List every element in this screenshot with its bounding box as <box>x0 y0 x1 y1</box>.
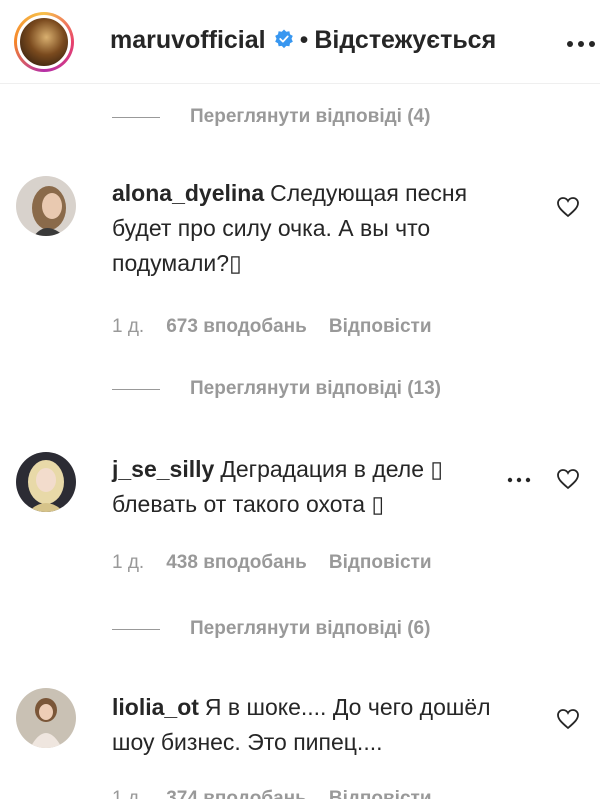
verified-badge-icon <box>274 29 293 49</box>
comment-text: j_se_silly Деградация в деле ▯ блевать от… <box>112 452 492 522</box>
comment-text: alona_dyelina Следующая песня будет про с… <box>112 176 492 281</box>
more-horizontal-icon[interactable] <box>566 30 596 50</box>
comment-meta: 1 д. 673 вподобань Відповісти <box>112 316 432 338</box>
commenter-avatar[interactable] <box>16 176 76 236</box>
comment-username[interactable]: alona_dyelina <box>112 180 264 206</box>
comment-meta: 1 д. 374 вподобань Відповісти <box>112 788 432 799</box>
comment-time[interactable]: 1 д. <box>112 788 144 799</box>
comment-time[interactable]: 1 д. <box>112 316 144 338</box>
view-replies-label[interactable]: Переглянути відповіді (4) <box>190 106 430 128</box>
comment-likes[interactable]: 374 вподобань <box>166 788 307 799</box>
replies-divider <box>112 628 160 630</box>
header-line: maruvofficial • Відстежується <box>110 24 496 56</box>
like-heart-icon[interactable] <box>556 708 580 730</box>
post-header: maruvofficial • Відстежується <box>0 0 600 84</box>
comment-username[interactable]: liolia_ot <box>112 694 199 720</box>
follow-status-button[interactable]: Відстежується <box>314 26 496 54</box>
view-replies-row[interactable]: Переглянути відповіді (4) <box>112 102 430 132</box>
reply-button[interactable]: Відповісти <box>329 552 432 574</box>
replies-divider <box>112 116 160 118</box>
commenter-avatar[interactable] <box>16 452 76 512</box>
view-replies-label[interactable]: Переглянути відповіді (13) <box>190 378 441 400</box>
comment-time[interactable]: 1 д. <box>112 552 144 574</box>
comment-likes[interactable]: 438 вподобань <box>166 552 307 574</box>
like-heart-icon[interactable] <box>556 196 580 218</box>
view-replies-row[interactable]: Переглянути відповіді (6) <box>112 614 430 644</box>
profile-avatar-story-ring[interactable] <box>14 12 74 72</box>
like-heart-icon[interactable] <box>556 468 580 490</box>
comment-likes[interactable]: 673 вподобань <box>166 316 307 338</box>
comment-text: liolia_ot Я в шоке.... До чего дошёл шоу … <box>112 690 492 760</box>
reply-button[interactable]: Відповісти <box>329 316 432 338</box>
reply-button[interactable]: Відповісти <box>329 788 432 799</box>
comment-username[interactable]: j_se_silly <box>112 456 214 482</box>
header-separator: • <box>299 26 309 54</box>
view-replies-row[interactable]: Переглянути відповіді (13) <box>112 374 441 404</box>
comment-meta: 1 д. 438 вподобань Відповісти <box>112 552 432 574</box>
commenter-avatar[interactable] <box>16 688 76 748</box>
header-username[interactable]: maruvofficial <box>110 26 266 54</box>
profile-avatar[interactable] <box>17 15 71 69</box>
comment-options-icon[interactable] <box>507 468 531 489</box>
view-replies-label[interactable]: Переглянути відповіді (6) <box>190 618 430 640</box>
replies-divider <box>112 388 160 390</box>
